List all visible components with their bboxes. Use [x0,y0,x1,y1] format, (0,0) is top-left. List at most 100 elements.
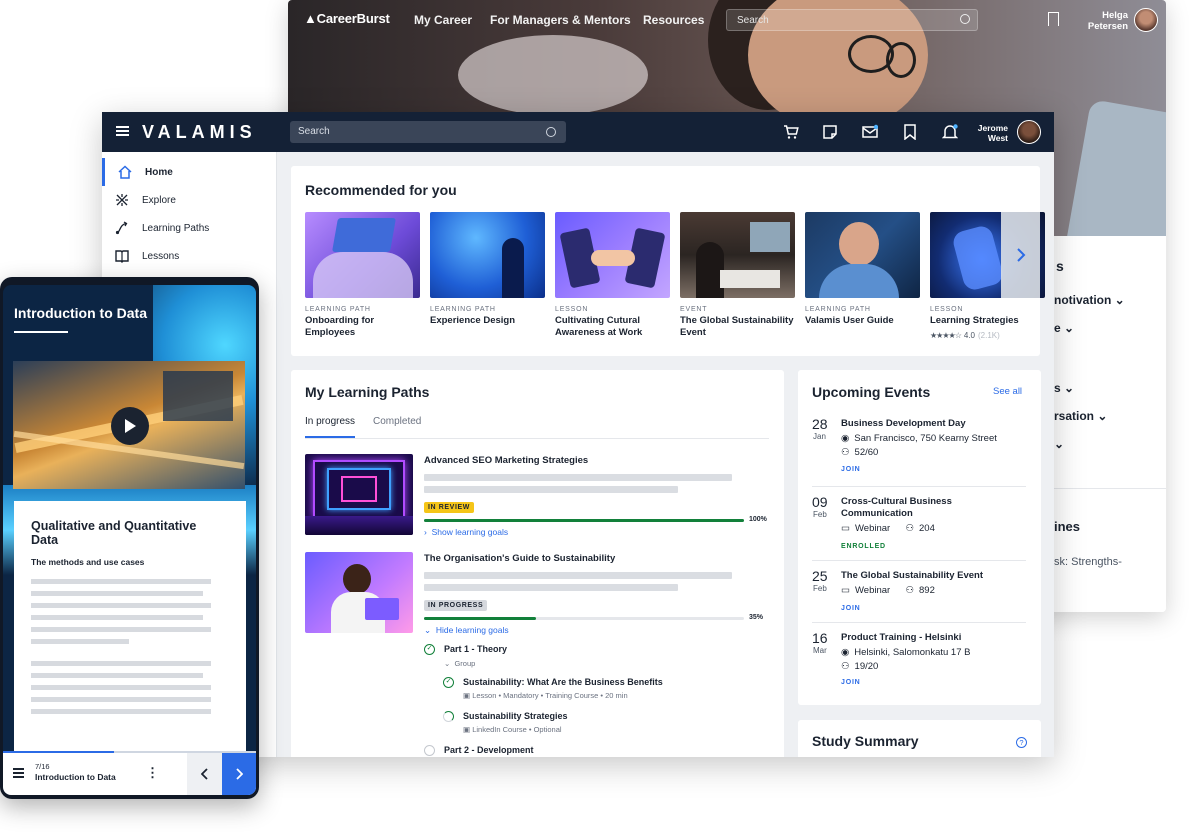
sidebar-item-explore[interactable]: Explore [102,186,277,214]
search-input[interactable]: Search [290,121,566,143]
recommended-item[interactable]: LESSON Cultivating Cutural Awareness at … [555,212,670,338]
check-icon: ✓ [443,677,454,688]
see-all-link[interactable]: See all [993,386,1022,397]
top-bar: VALAMIS Search Jerome West [102,112,1054,152]
mail-icon[interactable] [862,124,879,140]
sidebar-item-learning-paths[interactable]: Learning Paths [102,214,277,242]
placeholder-line [31,591,203,596]
hero-pillow [458,35,648,115]
event-month: Mar [813,646,827,655]
recommended-title-text: Valamis User Guide [805,315,894,326]
path-title[interactable]: Advanced SEO Marketing Strategies [424,455,588,466]
cb-panel-item[interactable]: e ⌄ [1054,321,1074,335]
carousel-next-button[interactable] [1001,212,1040,298]
recommended-item[interactable]: LEARNING PATH Onboarding for Employees [305,212,420,338]
cb-user-name[interactable]: Helga Petersen [1080,10,1128,32]
partial-progress-icon [443,711,454,722]
bookmark-icon[interactable] [902,124,918,141]
title-underline [14,331,68,333]
recommended-item[interactable]: LEARNING PATH Valamis User Guide [805,212,920,327]
chevron-down-icon[interactable]: ⌄ [1054,437,1064,451]
bookmark-icon[interactable] [1048,12,1059,26]
divider [812,560,1026,561]
lesson-subtitle: The methods and use cases [31,557,145,567]
join-button[interactable]: JOIN [841,605,861,612]
rating-count: (2.1K) [977,330,1000,340]
join-button[interactable]: JOIN [841,466,861,473]
placeholder-line [424,486,678,493]
careerburst-logo[interactable]: ▲CareerBurst [304,11,390,26]
event-month: Jan [813,432,826,441]
next-button[interactable] [222,753,256,795]
cb-search-input[interactable]: Search [726,9,978,31]
notes-icon[interactable] [822,124,838,140]
learning-paths-title: My Learning Paths [305,384,430,400]
nav-my-career[interactable]: My Career [414,13,472,27]
progress-bar [424,617,744,620]
event-attendees: ⚇ 52/60 [841,447,879,458]
goal-item-title[interactable]: Sustainability Strategies [463,711,568,721]
study-summary-title: Study Summary [812,733,919,749]
hide-goals-link[interactable]: ⌄ Hide learning goals [424,625,509,636]
placeholder-line [31,685,211,690]
goal-part-title[interactable]: Part 2 - Development [444,745,534,755]
webinar-icon: ▭ [841,585,850,596]
event-day: 25 [812,568,828,584]
avatar[interactable] [1017,120,1041,144]
enrolled-status: ENROLLED [841,543,886,550]
more-options-icon[interactable]: ⋮ [146,765,159,781]
event-location: ▭ Webinar ⚇ 892 [841,585,935,596]
star-rating-icon: ★★★★☆ [930,330,962,340]
tab-in-progress[interactable]: In progress [305,416,355,427]
bell-icon[interactable] [941,124,959,140]
menu-icon[interactable] [13,768,24,770]
recommended-item[interactable]: LEARNING PATH Experience Design [430,212,545,327]
recommended-type: LEARNING PATH [805,306,871,313]
sidebar-item-lessons[interactable]: Lessons [102,242,277,270]
help-icon[interactable]: ? [1016,737,1027,748]
user-name[interactable]: Jerome West [964,123,1008,143]
event-day: 09 [812,494,828,510]
sidebar-item-home[interactable]: Home [102,158,277,186]
placeholder-line [31,603,211,608]
path-title[interactable]: The Organisation's Guide to Sustainabili… [424,553,615,564]
previous-button[interactable] [187,753,222,795]
cb-panel-item[interactable]: rsation ⌄ [1054,409,1107,423]
cart-icon[interactable] [783,124,799,140]
video-player[interactable] [13,361,245,489]
join-button[interactable]: JOIN [841,679,861,686]
goal-item-title[interactable]: Sustainability: What Are the Business Be… [463,677,663,687]
sidebar-item-label: Lessons [142,250,180,262]
phone-device: Introduction to Data Qualitative and Qua… [0,277,259,799]
path-thumbnail[interactable] [305,552,413,633]
cb-panel-item[interactable]: notivation ⌄ [1054,293,1125,307]
tab-completed[interactable]: Completed [373,416,421,427]
menu-icon[interactable] [116,126,129,128]
webinar-icon: ▭ [841,523,850,534]
goal-part-title[interactable]: Part 1 - Theory [444,644,507,654]
play-button[interactable] [111,407,149,445]
goal-group[interactable]: ⌄ Group [444,659,475,668]
placeholder-line [31,709,211,714]
recommended-thumbnail [555,212,670,298]
avatar[interactable] [1134,8,1158,32]
recommended-item[interactable]: EVENT The Global Sustainability Event [680,212,795,338]
placeholder-line [424,474,732,481]
path-icon [114,220,130,236]
recommended-card: Recommended for you LEARNING PATH Onboar… [291,166,1045,356]
valamis-logo[interactable]: VALAMIS [142,122,257,143]
lesson-icon: ▣ [463,691,471,700]
events-title: Upcoming Events [812,384,931,400]
progress-label: 35% [749,614,764,621]
cb-panel-item[interactable]: s ⌄ [1054,381,1074,395]
study-summary-card: Study Summary ? [798,720,1041,757]
nav-resources[interactable]: Resources [643,13,704,27]
path-thumbnail[interactable] [305,454,413,535]
lesson-title: Qualitative and Quantitative Data [31,519,197,547]
goal-item-meta: ▣ LinkedIn Course • Optional [463,725,562,734]
nav-managers-mentors[interactable]: For Managers & Mentors [490,13,631,27]
progress-fill [424,519,744,522]
show-goals-link[interactable]: › Show learning goals [424,527,508,537]
recommended-title-text: The Global Sustainability Event [680,315,794,338]
recommended-thumbnail [680,212,795,298]
